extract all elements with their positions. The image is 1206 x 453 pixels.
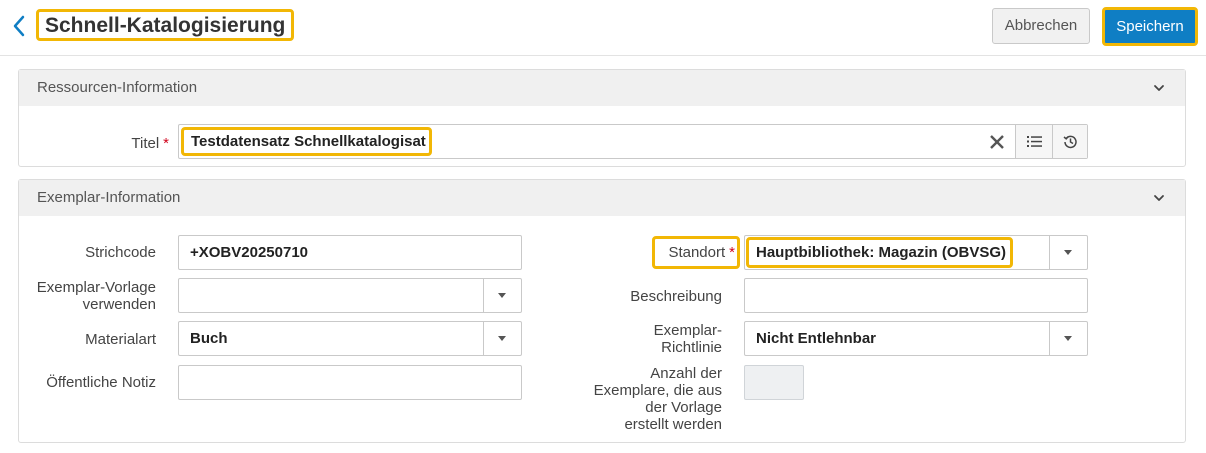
- public-note-input[interactable]: [178, 365, 522, 400]
- material-label: Materialart: [85, 331, 156, 348]
- description-label: Beschreibung: [630, 288, 722, 305]
- required-marker: *: [163, 135, 169, 152]
- titel-label-text: Titel: [131, 135, 160, 152]
- list-icon: [1027, 136, 1042, 147]
- resource-info-header[interactable]: Ressourcen-Information: [19, 70, 1185, 106]
- material-select[interactable]: Buch: [178, 321, 522, 356]
- material-value: Buch: [190, 330, 228, 347]
- cancel-button[interactable]: Abbrechen: [992, 8, 1090, 44]
- template-label-line2: verwenden: [82, 296, 156, 313]
- top-bar: Schnell-Katalogisierung Abbrechen Speich…: [0, 0, 1206, 56]
- description-input[interactable]: [744, 278, 1088, 313]
- policy-label-line1: Exemplar-: [653, 322, 722, 339]
- titel-value: Testdatensatz Schnellkatalogisat: [191, 133, 426, 150]
- location-select[interactable]: Hauptbibliothek: Magazin (OBVSG): [744, 235, 1088, 270]
- template-label-line1: Exemplar-Vorlage: [36, 279, 156, 296]
- chevron-down-icon[interactable]: [1153, 82, 1165, 94]
- barcode-label: Strichcode: [85, 244, 156, 261]
- history-button[interactable]: [1052, 125, 1087, 158]
- policy-value: Nicht Entlehnbar: [756, 330, 877, 347]
- save-button[interactable]: Speichern: [1102, 7, 1198, 46]
- caret-down-icon: [1064, 336, 1072, 341]
- page-title: Schnell-Katalogisierung: [36, 9, 295, 41]
- policy-select[interactable]: Nicht Entlehnbar: [744, 321, 1088, 356]
- location-value: Hauptbibliothek: Magazin (OBVSG): [756, 244, 1006, 261]
- caret-down-icon: [498, 336, 506, 341]
- titel-field[interactable]: Testdatensatz Schnellkatalogisat: [178, 124, 1088, 159]
- location-label: Standort *: [655, 244, 735, 261]
- required-marker: *: [729, 244, 735, 261]
- close-icon[interactable]: [989, 134, 1005, 150]
- resource-info-panel: Ressourcen-Information Titel * Testdatens…: [18, 69, 1186, 167]
- caret-down-icon: [498, 293, 506, 298]
- item-info-title: Exemplar-Information: [37, 189, 181, 206]
- caret-down-icon: [1064, 250, 1072, 255]
- item-count-label-line2: Exemplare, die aus: [593, 382, 722, 399]
- chevron-left-icon[interactable]: [10, 13, 28, 39]
- chevron-down-icon[interactable]: [1153, 192, 1165, 204]
- location-dropdown-button[interactable]: [1049, 236, 1087, 269]
- policy-dropdown-button[interactable]: [1049, 322, 1087, 355]
- item-count-input: [744, 365, 804, 400]
- public-note-label: Öffentliche Notiz: [46, 374, 156, 391]
- item-count-label-line4: erstellt werden: [624, 416, 722, 433]
- template-dropdown-button[interactable]: [483, 279, 521, 312]
- item-info-header[interactable]: Exemplar-Information: [19, 180, 1185, 216]
- item-count-label-line1: Anzahl der: [650, 365, 722, 382]
- titel-label: Titel *: [79, 135, 169, 152]
- item-count-label-line3: der Vorlage: [645, 399, 722, 416]
- material-dropdown-button[interactable]: [483, 322, 521, 355]
- location-label-text: Standort: [668, 244, 726, 261]
- barcode-value: +XOBV20250710: [190, 244, 309, 261]
- template-label: Exemplar-Vorlage verwenden: [25, 279, 156, 313]
- item-count-label: Anzahl der Exemplare, die aus der Vorlag…: [559, 365, 722, 433]
- history-icon: [1063, 135, 1077, 149]
- list-button[interactable]: [1015, 125, 1052, 158]
- policy-label: Exemplar- Richtlinie: [579, 322, 722, 356]
- template-select[interactable]: [178, 278, 522, 313]
- resource-info-title: Ressourcen-Information: [37, 79, 198, 96]
- policy-label-line2: Richtlinie: [661, 339, 722, 356]
- barcode-input[interactable]: +XOBV20250710: [178, 235, 522, 270]
- item-info-panel: Exemplar-Information Strichcode +XOBV202…: [18, 179, 1186, 443]
